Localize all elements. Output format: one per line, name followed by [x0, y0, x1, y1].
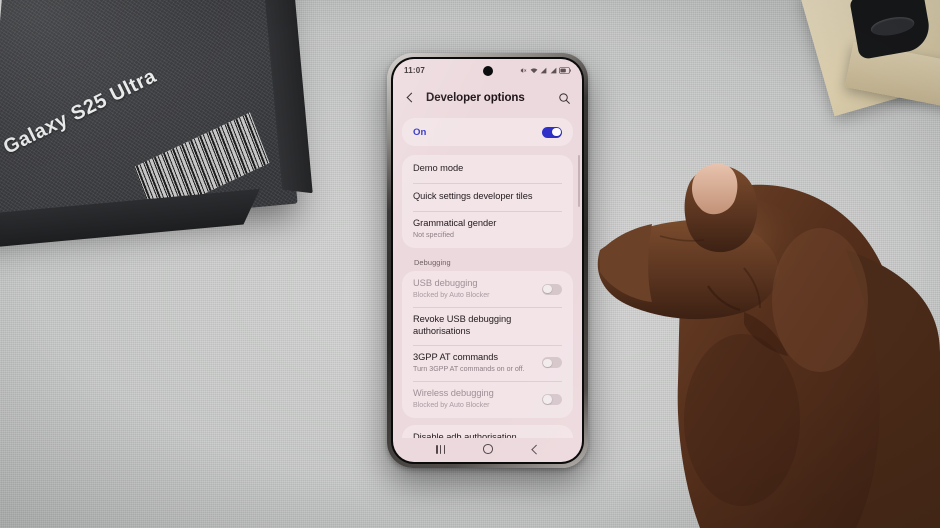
front-camera-punchhole	[482, 66, 493, 76]
navigation-bar	[393, 438, 582, 462]
list-item-grammatical-gender[interactable]: Grammatical gender Not specified	[402, 211, 573, 248]
list-item-subtitle: Blocked by Auto Blocker	[413, 290, 490, 299]
home-icon[interactable]	[483, 444, 493, 454]
list-item-subtitle: Turn 3GPP AT commands on or off.	[413, 364, 525, 373]
debugging-card: USB debugging Blocked by Auto Blocker Re…	[402, 270, 573, 418]
search-icon[interactable]	[558, 92, 571, 105]
status-icons	[520, 66, 571, 74]
3gpp-at-commands-toggle[interactable]	[542, 357, 562, 369]
list-item-title: USB debugging	[413, 277, 478, 288]
master-switch-card: On	[402, 118, 573, 146]
master-switch-label: On	[413, 126, 427, 138]
list-item-title: Revoke USB debugging authorisations	[413, 314, 512, 336]
list-item-title: 3GPP AT commands	[413, 351, 498, 362]
master-switch-toggle[interactable]	[542, 126, 562, 138]
list-item-title: Quick settings developer tiles	[413, 191, 533, 202]
settings-list[interactable]: On Demo mode Quick settings developer ti…	[393, 115, 582, 438]
back-chevron-icon[interactable]	[404, 92, 417, 105]
mute-icon	[520, 67, 527, 73]
back-icon[interactable]	[530, 444, 540, 454]
list-item-disable-adb-authorisation-timeout[interactable]: Disable adb authorisation timeout Disabl…	[402, 425, 573, 438]
list-item-demo-mode[interactable]: Demo mode	[402, 155, 573, 183]
status-time: 11:07	[404, 65, 426, 75]
general-options-card: Demo mode Quick settings developer tiles…	[402, 155, 573, 248]
product-box: Galaxy S25 Ultra	[0, 0, 313, 252]
list-item-title: Disable adb authorisation timeout	[413, 431, 517, 438]
wifi-icon	[530, 67, 537, 73]
list-item-subtitle: Not specified	[413, 231, 455, 240]
wireless-debugging-toggle[interactable]	[542, 394, 562, 406]
list-item-subtitle: Blocked by Auto Blocker	[413, 401, 490, 410]
list-item-title: Grammatical gender	[413, 218, 497, 228]
phone-bezel: 11:07 Developer options On Demo mode Qui…	[391, 57, 584, 464]
app-header: Developer options	[393, 81, 582, 115]
list-item-wireless-debugging[interactable]: Wireless debugging Blocked by Auto Block…	[402, 381, 573, 418]
list-item-3gpp-at-commands[interactable]: 3GPP AT commands Turn 3GPP AT commands o…	[402, 344, 573, 382]
list-item-title: Demo mode	[413, 163, 464, 174]
list-item-quick-settings-tiles[interactable]: Quick settings developer tiles	[402, 183, 573, 211]
scrollbar[interactable]	[578, 155, 580, 207]
usb-debugging-toggle[interactable]	[542, 283, 562, 295]
battery-icon	[559, 66, 571, 74]
page-title: Developer options	[426, 92, 525, 104]
list-item-title: Wireless debugging	[413, 388, 494, 399]
phone-device: 11:07 Developer options On Demo mode Qui…	[387, 53, 588, 468]
list-item-usb-debugging[interactable]: USB debugging Blocked by Auto Blocker	[402, 271, 573, 308]
master-switch-row[interactable]: On	[402, 118, 573, 146]
adb-timeout-card: Disable adb authorisation timeout Disabl…	[402, 424, 573, 438]
list-item-revoke-usb-authorisations[interactable]: Revoke USB debugging authorisations	[402, 307, 573, 344]
status-bar: 11:07	[393, 59, 582, 81]
signal-icon	[550, 67, 556, 73]
section-header-debugging: Debugging	[414, 257, 451, 267]
phone-screen: 11:07 Developer options On Demo mode Qui…	[393, 59, 582, 462]
recents-icon[interactable]	[435, 444, 446, 454]
signal-icon	[540, 67, 547, 73]
